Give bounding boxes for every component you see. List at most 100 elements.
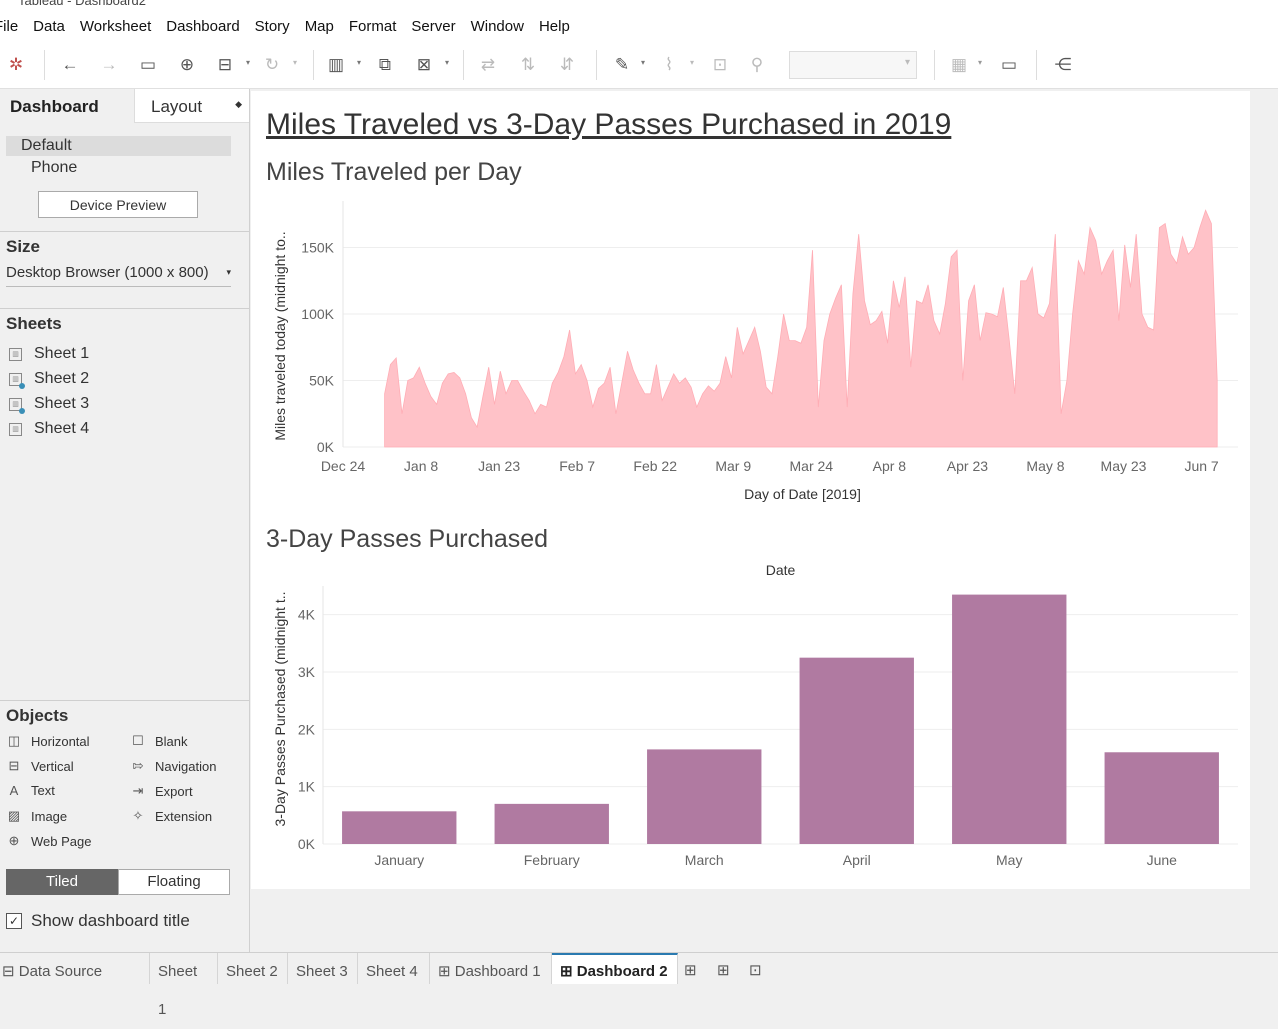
floating-toggle[interactable]: Floating — [118, 869, 230, 895]
sheet-item-1[interactable]: ▥ Sheet 1 — [9, 345, 89, 363]
device-phone[interactable]: Phone — [31, 159, 77, 177]
object-navigation[interactable]: ⇰ Navigation — [131, 758, 217, 774]
x-axis-title: Day of Date [2019] — [744, 486, 861, 502]
object-vertical[interactable]: ⊟ Vertical — [7, 758, 74, 774]
tab-data-source[interactable]: ⊟ Data Source — [0, 953, 150, 984]
toolbar-separator — [44, 50, 45, 80]
menu-file[interactable]: File — [0, 18, 18, 35]
tab-sheet-3[interactable]: Sheet 3 — [288, 953, 358, 984]
tableau-logo-icon[interactable]: ✲ — [3, 52, 29, 78]
menu-bar: File Data Worksheet Dashboard Story Map … — [0, 10, 1278, 42]
share-icon[interactable]: ⋲ — [1050, 52, 1076, 78]
object-text[interactable]: A Text — [7, 783, 55, 798]
device-default[interactable]: Default — [6, 136, 231, 156]
dashboard-canvas: Miles Traveled vs 3-Day Passes Purchased… — [251, 91, 1250, 889]
clear-arrow-icon[interactable]: ▾ — [445, 58, 449, 67]
menu-format[interactable]: Format — [349, 18, 397, 35]
x-tick-label: Feb 7 — [559, 458, 595, 474]
chevron-down-icon: ◆ — [235, 99, 242, 109]
fit-dropdown[interactable] — [789, 51, 917, 79]
show-dashboard-title-checkbox[interactable]: ✓ Show dashboard title — [6, 911, 190, 931]
menu-story[interactable]: Story — [255, 18, 290, 35]
tab-data-source-label: Data Source — [18, 963, 103, 980]
object-export[interactable]: ⇥ Export — [131, 783, 193, 799]
tab-sheet-1[interactable]: Sheet 1 — [150, 953, 218, 1018]
redo-icon[interactable]: → — [96, 52, 122, 78]
tab-layout[interactable]: Layout ◆ — [134, 89, 249, 123]
x-tick-label: May 23 — [1101, 458, 1147, 474]
save-icon[interactable]: ▭ — [135, 52, 161, 78]
passes-bar-chart[interactable]: 0K 1K 2K 3K 4K Date January February March April M… — [251, 556, 1250, 886]
miles-area-chart[interactable]: 0K 50K 100K 150K Dec 24 Jan 8 Jan 23 Feb 7 Feb 2… — [251, 191, 1250, 521]
divider — [0, 308, 249, 309]
x-tick-label: Dec 24 — [321, 458, 366, 474]
menu-dashboard[interactable]: Dashboard — [166, 18, 239, 35]
object-extension[interactable]: ✧ Extension — [131, 808, 213, 824]
object-web-page[interactable]: ⊕ Web Page — [7, 833, 92, 849]
menu-server[interactable]: Server — [411, 18, 455, 35]
new-worksheet-icon[interactable]: ⊞ — [684, 961, 697, 979]
tab-sheet-4[interactable]: Sheet 4 — [358, 953, 430, 984]
menu-help[interactable]: Help — [539, 18, 570, 35]
menu-worksheet[interactable]: Worksheet — [80, 18, 151, 35]
bar — [799, 657, 914, 844]
dashboard-icon: ⊞ — [560, 963, 577, 980]
object-label: Navigation — [155, 758, 217, 774]
sort-ascending-icon[interactable]: ⇅ — [515, 52, 541, 78]
highlight-arrow-icon[interactable]: ▾ — [641, 58, 645, 67]
tab-dashboard[interactable]: Dashboard — [0, 89, 133, 123]
sheet-item-2[interactable]: ▥ Sheet 2 — [9, 370, 89, 389]
sheet-item-label: Sheet 3 — [34, 395, 90, 412]
x-tick-label: Mar 9 — [715, 458, 751, 474]
group-icon[interactable]: ⌇ — [656, 52, 682, 78]
menu-map[interactable]: Map — [305, 18, 334, 35]
device-preview-button[interactable]: Device Preview — [38, 191, 198, 218]
tab-dashboard-2[interactable]: ⊞ Dashboard 2 — [552, 953, 678, 984]
new-data-source-icon[interactable]: ⊕ — [174, 52, 200, 78]
dashboard-title: Miles Traveled vs 3-Day Passes Purchased… — [266, 108, 952, 141]
y-tick-label: 4K — [298, 607, 316, 623]
pause-updates-arrow-icon[interactable]: ▾ — [246, 58, 250, 67]
size-value: Desktop Browser (1000 x 800) — [6, 264, 209, 281]
undo-icon[interactable]: ← — [57, 52, 83, 78]
tiled-toggle[interactable]: Tiled — [6, 869, 118, 895]
object-image[interactable]: ▨ Image — [7, 808, 67, 824]
new-dashboard-icon[interactable]: ⊞ — [717, 961, 730, 979]
presentation-mode-icon[interactable]: ▭ — [996, 52, 1022, 78]
toolbar: ✲ ← → ▭ ⊕ ⊟ ▾ ↻ ▾ ▥ ▾ ⧉ ⊠ ▾ ⇄ ⇅ ⇵ ✎ ▾ ⌇ … — [0, 42, 1278, 89]
pause-updates-icon[interactable]: ⊟ — [212, 52, 238, 78]
sheet-item-4[interactable]: ▥ Sheet 4 — [9, 420, 89, 438]
tab-dashboard-2-label: Dashboard 2 — [576, 963, 668, 980]
menu-data[interactable]: Data — [33, 18, 65, 35]
sheet-item-3[interactable]: ▥ Sheet 3 — [9, 395, 90, 414]
new-worksheet-icon[interactable]: ▥ — [323, 52, 349, 78]
sort-descending-icon[interactable]: ⇵ — [554, 52, 580, 78]
x-tick-label: March — [685, 852, 724, 868]
bar — [647, 749, 762, 844]
y-tick-label: 0K — [317, 439, 335, 455]
clear-icon[interactable]: ⊠ — [411, 52, 437, 78]
menu-window[interactable]: Window — [471, 18, 524, 35]
y-axis-title: 3-Day Passes Purchased (midnight t.. — [272, 592, 288, 827]
refresh-icon[interactable]: ↻ — [259, 52, 285, 78]
toolbar-separator — [463, 50, 464, 80]
show-labels-icon[interactable]: ⊡ — [707, 52, 733, 78]
swap-icon[interactable]: ⇄ — [475, 52, 501, 78]
tab-dashboard-1[interactable]: ⊞ Dashboard 1 — [430, 953, 552, 984]
pin-icon[interactable]: ⚲ — [744, 52, 770, 78]
object-horizontal[interactable]: ◫ Horizontal — [7, 733, 90, 749]
new-worksheet-arrow-icon[interactable]: ▾ — [357, 58, 361, 67]
tab-sheet-2[interactable]: Sheet 2 — [218, 953, 288, 984]
y-tick-label: 0K — [298, 836, 316, 852]
show-me-icon[interactable]: ▦ — [946, 52, 972, 78]
new-story-icon[interactable]: ⊡ — [749, 961, 762, 979]
duplicate-icon[interactable]: ⧉ — [372, 52, 398, 78]
group-arrow-icon[interactable]: ▾ — [690, 58, 694, 67]
object-label: Vertical — [31, 758, 74, 774]
database-icon: ⊟ — [2, 963, 19, 980]
refresh-arrow-icon[interactable]: ▾ — [293, 58, 297, 67]
size-dropdown[interactable]: Desktop Browser (1000 x 800) ▾ — [6, 264, 231, 287]
show-me-arrow-icon[interactable]: ▾ — [978, 58, 982, 67]
highlight-icon[interactable]: ✎ — [609, 52, 635, 78]
object-blank[interactable]: ☐ Blank — [131, 733, 187, 749]
